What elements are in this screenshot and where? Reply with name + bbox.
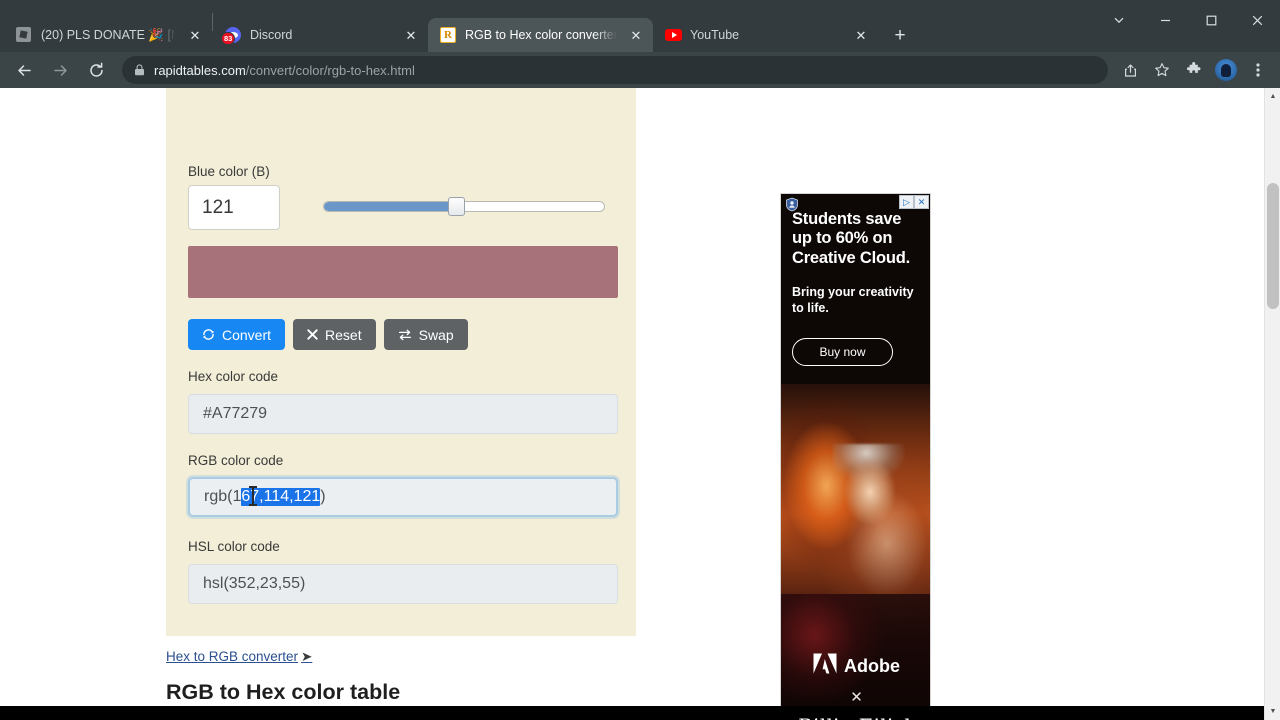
slider-fill (324, 202, 456, 211)
browser-tab-roblox[interactable]: (20) PLS DONATE 🎉 [NEW] - Rob ✕ (4, 18, 212, 52)
hsl-color-code-field[interactable]: hsl(352,23,55) (188, 564, 618, 604)
extensions-puzzle-icon[interactable] (1180, 56, 1208, 84)
tab-close-button[interactable]: ✕ (184, 24, 206, 46)
swap-button[interactable]: Swap (383, 319, 468, 350)
slider-thumb[interactable] (447, 197, 465, 216)
roblox-icon (16, 27, 32, 43)
bookmark-star-icon[interactable] (1148, 56, 1176, 84)
youtube-icon (665, 27, 682, 43)
browser-tab-discord[interactable]: 83 Discord ✕ (213, 18, 428, 52)
ad-close-icon[interactable]: ✕ (914, 195, 929, 209)
page-viewport: Blue color (B) 121 Convert Reset Swap He… (0, 88, 1280, 720)
scrollbar-thumb[interactable] (1267, 183, 1279, 309)
hex-color-code-field[interactable]: #A77279 (188, 394, 618, 434)
minimize-button[interactable] (1142, 0, 1188, 40)
chrome-menu-icon[interactable] (1244, 56, 1272, 84)
back-button[interactable] (9, 55, 39, 85)
browser-tab-rgb-to-hex[interactable]: R RGB to Hex color converter ✕ (428, 18, 653, 52)
reset-button-label: Reset (325, 326, 362, 343)
convert-button[interactable]: Convert (188, 319, 286, 350)
refresh-icon (202, 328, 215, 341)
rgb-color-code-label: RGB color code (188, 453, 284, 468)
rgb-color-code-field[interactable]: rgb(1 67,114,121) (188, 477, 618, 517)
url-domain: rapidtables.com (154, 62, 246, 78)
share-icon[interactable] (1116, 56, 1144, 84)
reload-button[interactable] (81, 55, 111, 85)
convert-button-label: Convert (222, 326, 272, 343)
browser-window: (20) PLS DONATE 🎉 [NEW] - Rob ✕ 83 Disco… (0, 0, 1280, 720)
url-text: rapidtables.com/convert/color/rgb-to-hex… (154, 63, 415, 78)
ad-headline: Students save up to 60% on Creative Clou… (792, 210, 911, 267)
rgb-text-suffix: ) (320, 488, 326, 505)
adobe-wordmark: Adobe (844, 655, 900, 676)
rgb-text-selection: 67,114,121 (241, 488, 321, 506)
ad-shield-icon (785, 197, 799, 212)
page-scrollbar[interactable]: ▲ ▼ (1264, 88, 1280, 720)
ad-cta-button[interactable]: Buy now (792, 338, 893, 367)
hex-to-rgb-converter-link[interactable]: Hex to RGB converter ➤ (166, 649, 312, 665)
profile-avatar[interactable] (1212, 56, 1240, 84)
swap-arrows-icon (398, 329, 412, 341)
arrow-right-icon: ➤ (301, 649, 313, 664)
close-x-icon (307, 329, 318, 340)
page-bottom-edge (0, 706, 1264, 720)
action-button-row: Convert Reset Swap (188, 319, 468, 350)
new-tab-button[interactable]: + (886, 21, 914, 49)
discord-icon: 83 (221, 27, 241, 45)
color-table-heading: RGB to Hex color table (166, 680, 401, 704)
toolbar-actions (1114, 56, 1274, 84)
hex-color-code-label: Hex color code (188, 369, 279, 384)
ad-portrait-art (833, 444, 907, 594)
tab-title: (20) PLS DONATE 🎉 [NEW] - Rob (41, 27, 176, 42)
tab-title: Discord (250, 28, 293, 42)
ad-copy: Students save up to 60% on Creative Clou… (792, 210, 924, 367)
ad-choices-controls[interactable]: ▷ ✕ (899, 195, 929, 209)
blue-channel-slider[interactable] (323, 197, 605, 216)
window-controls (1096, 0, 1280, 40)
url-path: /convert/color/rgb-to-hex.html (245, 62, 415, 78)
adobe-mark-icon (813, 653, 837, 679)
ad-branding: Adobe ✕ Billie Eilish (781, 653, 930, 720)
navigation-toolbar: rapidtables.com/convert/color/rgb-to-hex… (0, 52, 1280, 88)
maximize-restore-button[interactable] (1188, 0, 1234, 40)
link-label: Hex to RGB converter (166, 649, 299, 664)
close-window-button[interactable] (1234, 0, 1280, 40)
address-bar[interactable]: rapidtables.com/convert/color/rgb-to-hex… (122, 56, 1108, 84)
rapidtables-icon: R (440, 27, 456, 43)
ad-artist-name: Billie Eilish (781, 714, 930, 720)
tab-title: RGB to Hex color converter (465, 28, 617, 42)
adobe-logo: Adobe (781, 653, 930, 679)
adchoices-icon[interactable]: ▷ (899, 195, 914, 209)
forward-button[interactable] (45, 55, 75, 85)
scroll-down-arrow-icon[interactable]: ▼ (1265, 703, 1280, 720)
lock-icon (134, 64, 145, 76)
reset-button[interactable]: Reset (293, 319, 376, 350)
tab-close-button[interactable]: ✕ (400, 24, 422, 46)
blue-channel-label: Blue color (B) (188, 164, 270, 179)
notification-badge: 83 (221, 32, 236, 45)
ad-subtext: Bring your creativity to life. (792, 284, 914, 316)
advertisement-banner[interactable]: ▷ ✕ Students save up to 60% on Creative … (780, 193, 931, 720)
tab-close-button[interactable]: ✕ (850, 24, 872, 46)
browser-tab-youtube[interactable]: YouTube ✕ (653, 18, 878, 52)
tab-search-chevron-down-icon[interactable] (1096, 0, 1142, 40)
color-preview-swatch (188, 246, 618, 298)
web-page: Blue color (B) 121 Convert Reset Swap He… (0, 88, 1264, 720)
hsl-color-code-label: HSL color code (188, 539, 280, 554)
tab-close-button[interactable]: ✕ (625, 24, 647, 46)
swap-button-label: Swap (418, 326, 454, 343)
tab-strip: (20) PLS DONATE 🎉 [NEW] - Rob ✕ 83 Disco… (0, 0, 1280, 52)
collab-x-icon: ✕ (850, 689, 863, 706)
tab-title: YouTube (690, 28, 740, 42)
rgb-text-prefix: rgb(1 (204, 488, 242, 505)
scroll-up-arrow-icon[interactable]: ▲ (1265, 88, 1280, 105)
blue-value-input[interactable]: 121 (188, 185, 280, 230)
